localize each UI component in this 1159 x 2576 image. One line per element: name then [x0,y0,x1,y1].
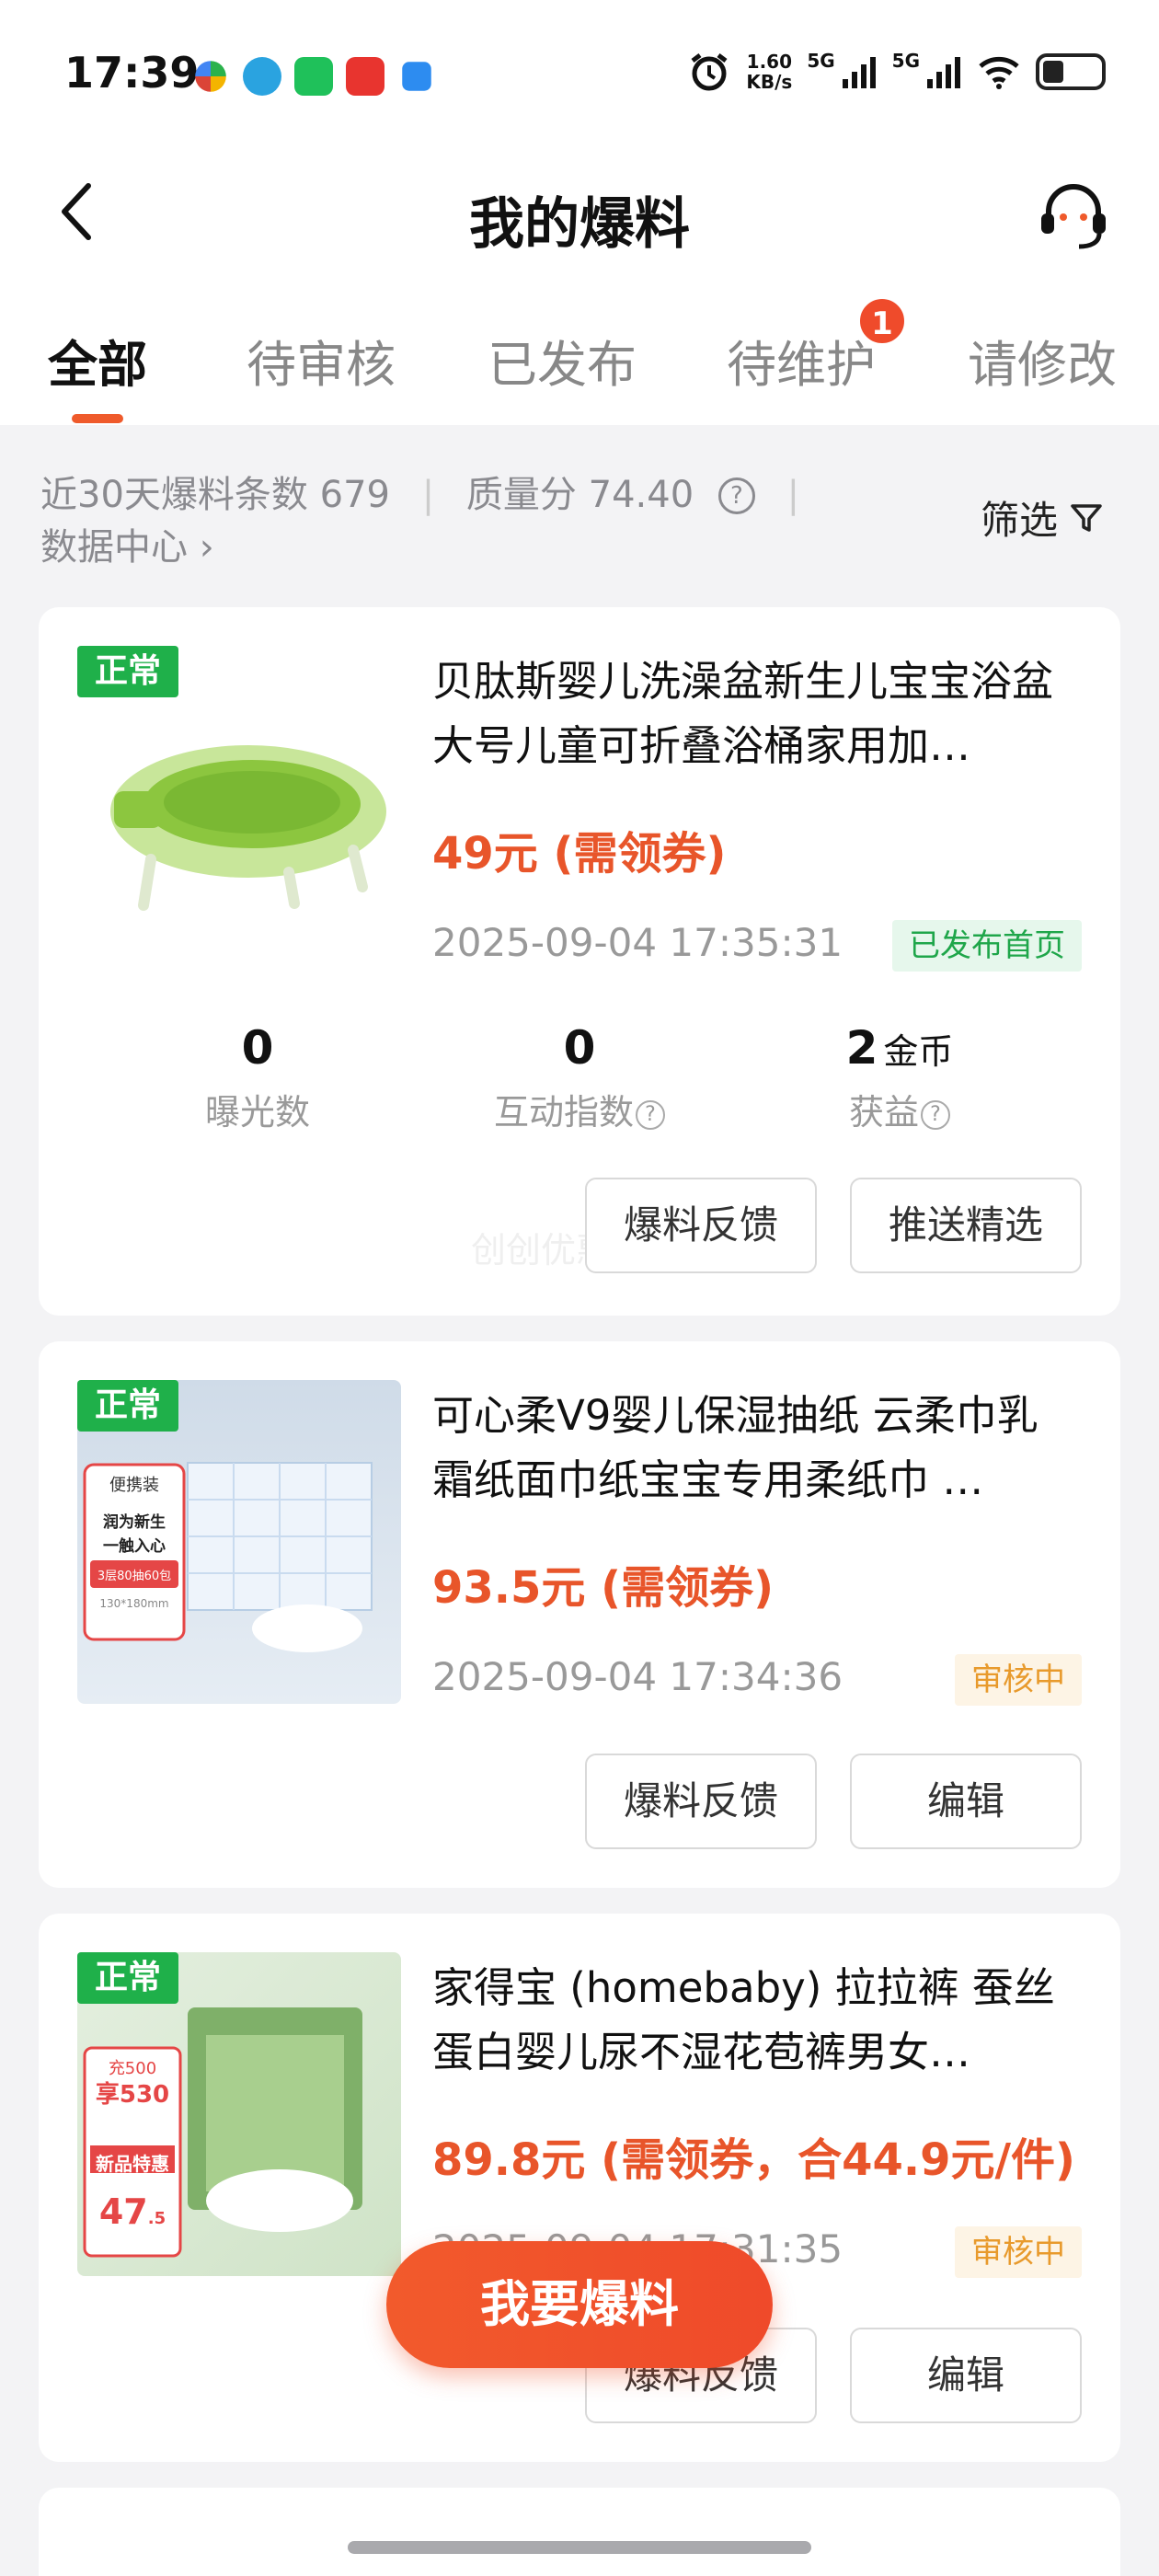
thumb-label: 享530 [95,2081,170,2109]
filter-icon [1071,503,1102,532]
wechat-icon [294,57,333,96]
status-tag: 正常 [77,1952,178,2004]
thumb-label: 一触入心 [103,1537,166,1556]
status-badge: 审核中 [955,2226,1082,2278]
system-status: 1.60 KB/s 5G 5G [687,50,1106,94]
status-time: 17:39 [64,48,200,98]
quality-label: 质量分 [465,474,577,516]
headset-icon [1041,184,1106,249]
tab-all[interactable]: 全部 [48,324,147,397]
filter-button[interactable]: 筛选 [981,489,1104,546]
tab-bar: 全部 待审核 已发布 待维护 1 请修改 [0,276,1159,425]
help-icon[interactable]: ? [921,1100,950,1130]
status-badge: 审核中 [955,1654,1082,1706]
metric-interaction: 0 互动指数? [399,1021,760,1134]
status-tag: 正常 [77,1380,178,1432]
post-time: 2025-09-04 17:34:36 [432,1654,843,1699]
tab-published[interactable]: 已发布 [488,324,637,397]
app-icon [402,62,431,91]
count-value: 679 [319,474,390,516]
tab-pending-review[interactable]: 待审核 [247,324,396,397]
help-icon[interactable]: ? [717,477,755,514]
status-tag: 正常 [77,646,178,697]
post-card[interactable] [39,2488,1120,2576]
notification-icons [191,57,436,96]
push-featured-button[interactable]: 推送精选 [850,1178,1082,1273]
thumb-label: 便携装 [109,1476,159,1495]
quality-value: 74.40 [588,474,694,516]
signal-icon [842,57,876,88]
product-price: 49元 (需领券) [432,828,727,880]
edit-button[interactable]: 编辑 [850,1754,1082,1849]
tab-to-maintain[interactable]: 待维护 [727,324,876,397]
edit-button[interactable]: 编辑 [850,2328,1082,2423]
battery-icon [1036,53,1106,90]
metric-earnings: 2 金币 获益? [845,1021,954,1133]
active-tab-indicator [72,414,123,423]
top-nav: 我的爆料 [0,147,1159,276]
post-deal-button[interactable]: 我要爆料 [386,2241,773,2368]
feedback-button[interactable]: 爆料反馈 [585,1754,817,1849]
signal-label-1: 5G [807,50,835,72]
divider: | [786,474,800,516]
thumb-label: 47.5 [98,2191,166,2232]
signal-label-2: 5G [891,50,920,72]
feedback-button[interactable]: 爆料反馈 [585,1178,817,1273]
product-title[interactable]: 贝肽斯婴儿洗澡盆新生儿宝宝浴盆大号儿童可折叠浴桶家用加… [432,650,1076,778]
app-notification-icon [195,61,226,92]
data-center-link[interactable]: 数据中心 › [40,517,214,570]
count-label: 近30天爆料条数 [40,474,308,516]
product-price: 89.8元 (需领券，合44.9元/件) [432,2134,1075,2186]
status-badge: 已发布首页 [892,920,1082,972]
thumb-label: 130*180mm [99,1597,169,1610]
product-title[interactable]: 可心柔V9婴儿保湿抽纸 云柔巾乳霜纸面巾纸宝宝专用柔纸巾 … [432,1384,1076,1512]
customer-service-button[interactable] [1032,173,1115,256]
alarm-icon [691,53,728,91]
network-speed: 1.60 KB/s [746,51,793,93]
shop-app-icon [346,57,384,96]
stats-summary: 近30天爆料条数 679 | 质量分 74.40 ? | [40,465,820,518]
post-card[interactable]: 正常 便携装 润为新生 一触入心 3层80抽60包 130*180mm 可心柔V… [39,1341,1120,1888]
product-title[interactable]: 家得宝 (homebaby) 拉拉裤 蚕丝蛋白婴儿尿不湿花苞裤男女… [432,1956,1076,2085]
post-card[interactable]: 正常 充500 享530 新品特惠 47.5 家得宝 (homebaby) 拉拉… [39,1914,1120,2462]
telegram-icon [243,57,281,96]
thumb-label: 润为新生 [103,1513,166,1532]
post-card[interactable]: 正常 贝肽斯婴儿洗澡盆新生儿宝宝浴盆大号儿童可折叠浴桶家用加… 49元 (需领券… [39,607,1120,1316]
thumb-label: 新品特惠 [96,2153,169,2175]
page-title: 我的爆料 [469,192,690,257]
signal-icon [927,57,960,88]
divider: | [421,474,435,516]
status-bar: 17:39 1.60 KB/s 5G 5G [0,0,1159,147]
tab-badge: 1 [857,296,907,346]
product-price: 93.5元 (需领券) [432,1562,775,1614]
help-icon[interactable]: ? [636,1100,665,1130]
tab-needs-edit[interactable]: 请修改 [968,324,1117,397]
metric-exposure: 0 曝光数 [204,1021,310,1133]
wifi-icon [979,56,1019,89]
filter-label: 筛选 [980,498,1058,543]
metrics-row: 0 曝光数 0 互动指数? 2 金币 获益? [39,1021,1120,1141]
thumb-label: 3层80抽60包 [97,1570,172,1583]
home-indicator[interactable] [348,2541,811,2554]
post-time: 2025-09-04 17:35:31 [432,920,843,965]
